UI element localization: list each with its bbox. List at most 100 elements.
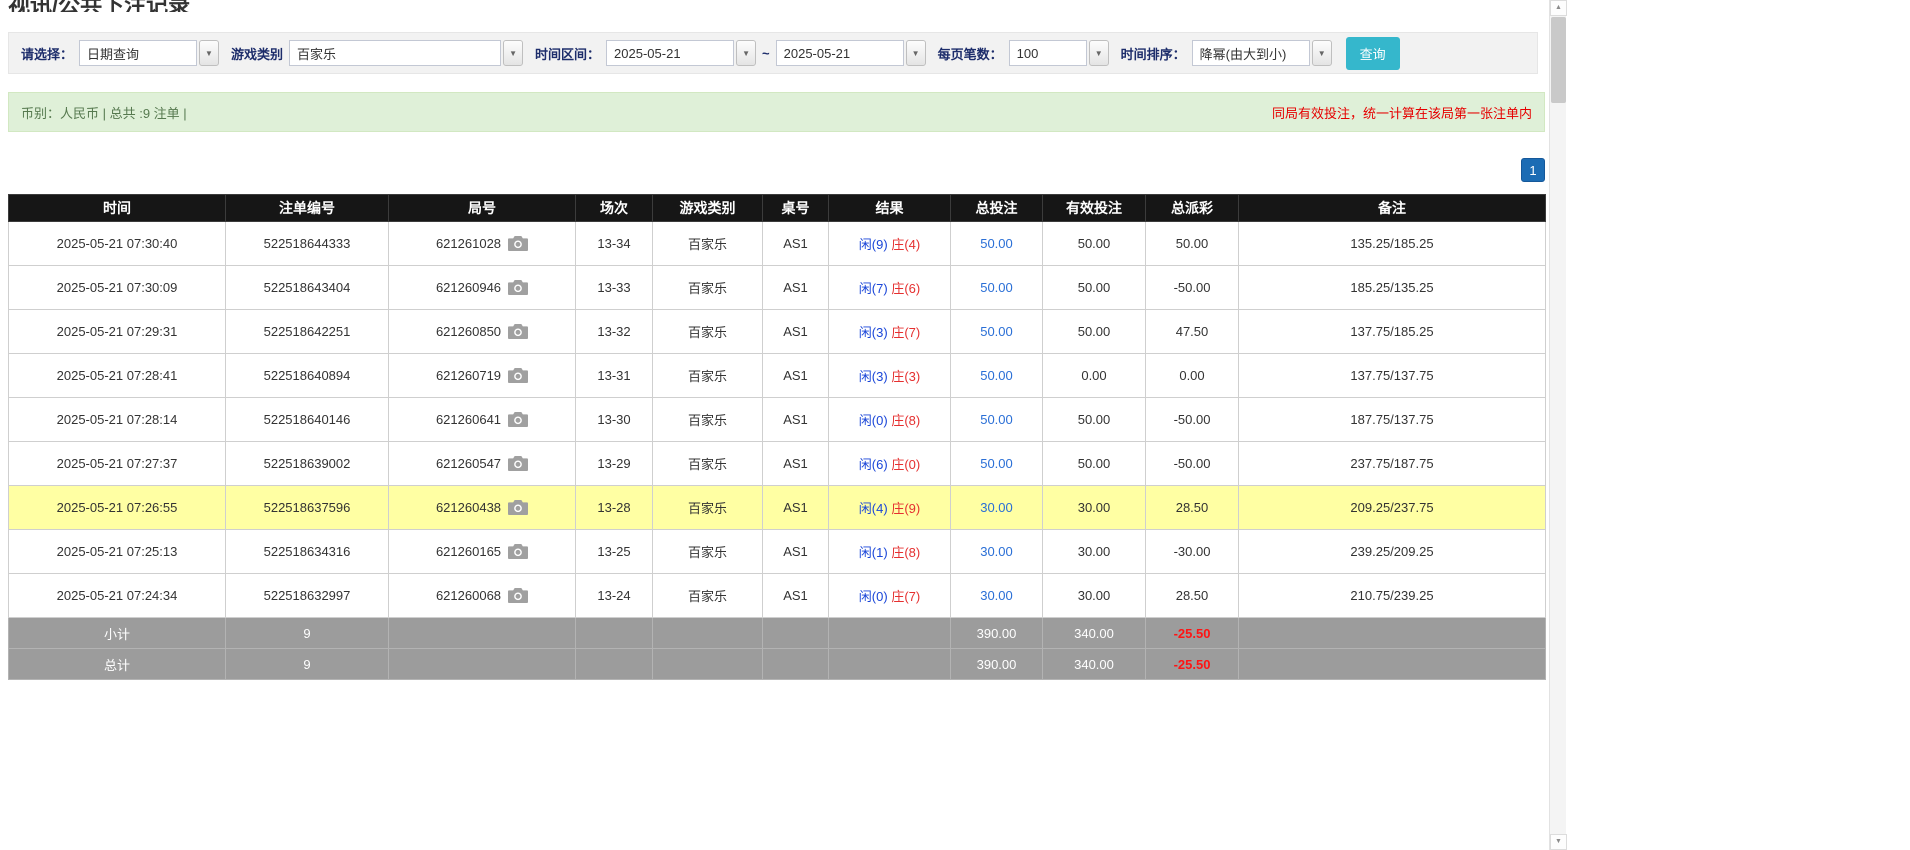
round-number: 621260547 <box>436 456 501 471</box>
total-bet-link[interactable]: 50.00 <box>980 236 1013 251</box>
camera-icon[interactable] <box>508 456 528 471</box>
chevron-down-icon[interactable]: ▼ <box>1312 40 1332 66</box>
empty-cell <box>829 618 951 649</box>
cell-valid-bet: 50.00 <box>1043 310 1146 354</box>
page-size-combo: ▼ <box>1009 40 1109 66</box>
subtotal-payout: -25.50 <box>1146 618 1239 649</box>
game-type-combo: ▼ <box>289 40 523 66</box>
camera-icon[interactable] <box>508 412 528 427</box>
date-to-input[interactable] <box>776 40 904 66</box>
cell-round: 621260547 <box>389 442 576 486</box>
cell-total-bet: 30.00 <box>951 530 1043 574</box>
table-header: 时间 注单编号 局号 场次 游戏类别 桌号 结果 总投注 有效投注 总派彩 备注 <box>9 195 1546 222</box>
cell-bet-id: 522518640894 <box>226 354 389 398</box>
record-row: 2025-05-21 07:30:09522518643404621260946… <box>9 266 1546 310</box>
result-banker: 庄(8) <box>891 545 920 560</box>
total-bet-link[interactable]: 50.00 <box>980 412 1013 427</box>
date-from-input[interactable] <box>606 40 734 66</box>
main-content: 视讯/公共下注记录 请选择： ▼ 游戏类别 ▼ 时间区间： ▼ ~ ▼ 每页笔数… <box>0 0 1545 680</box>
page-button-1[interactable]: 1 <box>1521 158 1545 182</box>
cell-game-type: 百家乐 <box>653 354 763 398</box>
camera-icon[interactable] <box>508 544 528 559</box>
camera-icon[interactable] <box>508 500 528 515</box>
page-size-input[interactable] <box>1009 40 1087 66</box>
cell-note: 137.75/137.75 <box>1239 354 1546 398</box>
query-button[interactable]: 查询 <box>1346 37 1400 70</box>
result-player: 闲(4) <box>859 501 888 516</box>
empty-cell <box>1239 618 1546 649</box>
game-type-input[interactable] <box>289 40 501 66</box>
total-bet-link[interactable]: 30.00 <box>980 500 1013 515</box>
cell-note: 209.25/237.75 <box>1239 486 1546 530</box>
date-from-combo: ▼ <box>606 40 756 66</box>
game-type-label: 游戏类别 <box>231 44 283 63</box>
camera-icon[interactable] <box>508 324 528 339</box>
camera-icon[interactable] <box>508 588 528 603</box>
header-game-type: 游戏类别 <box>653 195 763 222</box>
result-player: 闲(0) <box>859 413 888 428</box>
cell-bet-id: 522518644333 <box>226 222 389 266</box>
cell-table-no: AS1 <box>763 354 829 398</box>
chevron-down-icon[interactable]: ▼ <box>503 40 523 66</box>
round-number: 621260165 <box>436 544 501 559</box>
subtotal-total-bet: 390.00 <box>951 618 1043 649</box>
cell-time: 2025-05-21 07:26:55 <box>9 486 226 530</box>
vertical-scrollbar[interactable]: ▲ ▼ <box>1549 0 1566 850</box>
total-bet-link[interactable]: 50.00 <box>980 324 1013 339</box>
cell-note: 237.75/187.75 <box>1239 442 1546 486</box>
cell-table-no: AS1 <box>763 486 829 530</box>
result-banker: 庄(9) <box>891 501 920 516</box>
cell-result: 闲(0) 庄(7) <box>829 574 951 618</box>
result-banker: 庄(7) <box>891 589 920 604</box>
camera-icon[interactable] <box>508 368 528 383</box>
header-session: 场次 <box>576 195 653 222</box>
cell-session: 13-34 <box>576 222 653 266</box>
result-banker: 庄(3) <box>891 369 920 384</box>
total-valid-bet: 340.00 <box>1043 649 1146 680</box>
cell-result: 闲(9) 庄(4) <box>829 222 951 266</box>
record-row: 2025-05-21 07:27:37522518639002621260547… <box>9 442 1546 486</box>
sort-input[interactable] <box>1192 40 1310 66</box>
subtotal-count: 9 <box>226 618 389 649</box>
query-type-input[interactable] <box>79 40 197 66</box>
total-bet-link[interactable]: 30.00 <box>980 588 1013 603</box>
cell-table-no: AS1 <box>763 222 829 266</box>
empty-cell <box>389 649 576 680</box>
pagination: 1 <box>8 158 1545 182</box>
records-table: 时间 注单编号 局号 场次 游戏类别 桌号 结果 总投注 有效投注 总派彩 备注… <box>8 194 1546 680</box>
cell-round: 621260946 <box>389 266 576 310</box>
page-title: 视讯/公共下注记录 <box>8 0 1545 12</box>
camera-icon[interactable] <box>508 236 528 251</box>
chevron-down-icon[interactable]: ▼ <box>199 40 219 66</box>
cell-total-bet: 50.00 <box>951 398 1043 442</box>
cell-total-bet: 50.00 <box>951 354 1043 398</box>
cell-total-bet: 50.00 <box>951 310 1043 354</box>
cell-table-no: AS1 <box>763 530 829 574</box>
record-row: 2025-05-21 07:29:31522518642251621260850… <box>9 310 1546 354</box>
total-bet-link[interactable]: 50.00 <box>980 280 1013 295</box>
scroll-down-icon[interactable]: ▼ <box>1550 834 1567 850</box>
chevron-down-icon[interactable]: ▼ <box>736 40 756 66</box>
total-bet-link[interactable]: 50.00 <box>980 368 1013 383</box>
header-payout: 总派彩 <box>1146 195 1239 222</box>
cell-valid-bet: 30.00 <box>1043 486 1146 530</box>
range-tilde: ~ <box>762 46 770 61</box>
cell-result: 闲(1) 庄(8) <box>829 530 951 574</box>
result-banker: 庄(8) <box>891 413 920 428</box>
cell-time: 2025-05-21 07:28:41 <box>9 354 226 398</box>
chevron-down-icon[interactable]: ▼ <box>906 40 926 66</box>
header-bet-id: 注单编号 <box>226 195 389 222</box>
scrollbar-thumb[interactable] <box>1551 17 1566 103</box>
scroll-up-icon[interactable]: ▲ <box>1550 0 1567 16</box>
cell-total-bet: 30.00 <box>951 574 1043 618</box>
empty-cell <box>653 618 763 649</box>
total-bet-link[interactable]: 50.00 <box>980 456 1013 471</box>
round-number: 621261028 <box>436 236 501 251</box>
total-bet-link[interactable]: 30.00 <box>980 544 1013 559</box>
cell-valid-bet: 50.00 <box>1043 266 1146 310</box>
total-payout: -25.50 <box>1146 649 1239 680</box>
chevron-down-icon[interactable]: ▼ <box>1089 40 1109 66</box>
date-to-combo: ▼ <box>776 40 926 66</box>
camera-icon[interactable] <box>508 280 528 295</box>
summary-bar: 币别：人民币 | 总共 :9 注单 | 同局有效投注，统一计算在该局第一张注单内 <box>8 92 1545 132</box>
